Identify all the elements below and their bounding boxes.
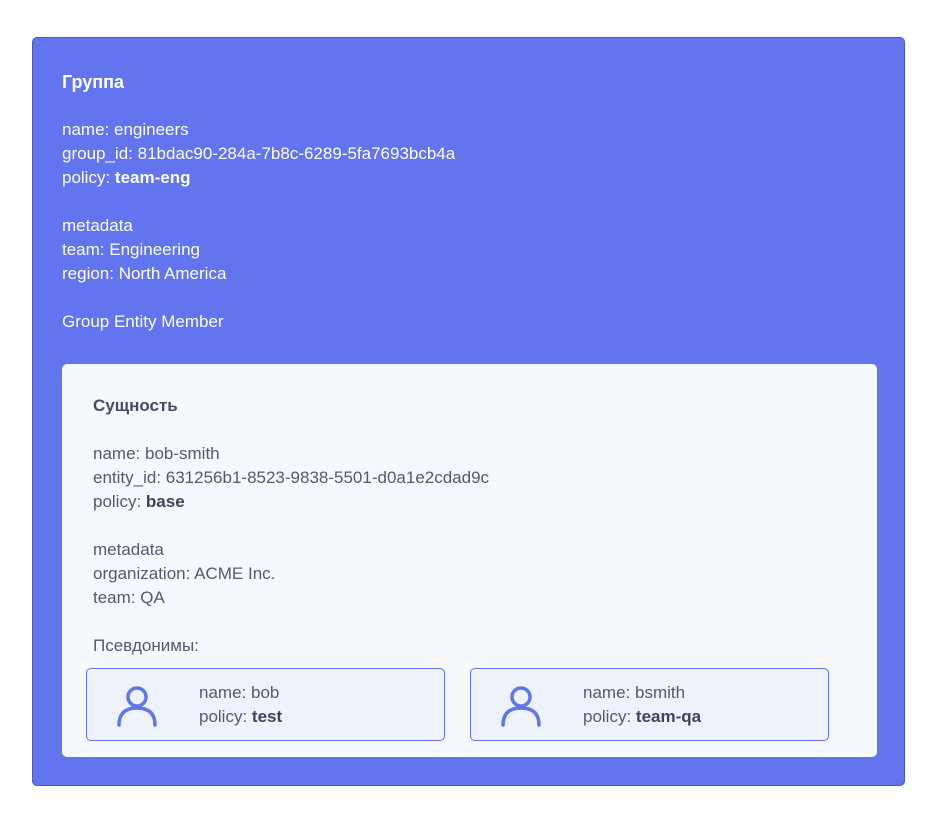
group-policy-line: policy: team-eng [62,166,191,190]
group-id-value: 81bdac90-284a-7b8c-6289-5fa7693bcb4a [137,144,456,163]
entity-metadata-organization: organization: ACME Inc. [93,562,275,586]
group-metadata-team-value: Engineering [109,240,200,259]
user-icon [117,686,157,727]
group-name-value: engineers [113,120,189,139]
group-metadata-region-label: region: [62,264,119,283]
entity-id-label: entity_id: [93,468,166,487]
entity-metadata-organization-label: organization: [93,564,195,583]
alias-card: name: bob policy: test [86,668,445,741]
entity-policy-label: policy: [93,492,146,511]
entity-id-value: 631256b1-8523-9838-5501-d0a1e2cdad9c [165,468,490,487]
alias-name-label: name: [583,683,635,702]
group-metadata-team: team: Engineering [62,238,200,262]
group-policy-value: team-eng [114,168,191,187]
alias-policy-line: policy: team-qa [583,705,701,729]
alias-policy-value: test [251,707,283,726]
alias-policy-line: policy: test [199,705,282,729]
group-name-label: name: [62,120,114,139]
user-icon [501,686,541,727]
alias-name-label: name: [199,683,251,702]
group-name-line: name: engineers [62,118,189,142]
entity-policy-line: policy: base [93,490,185,514]
entity-card: Сущность name: bob-smith entity_id: 6312… [62,364,877,757]
group-metadata-heading: metadata [62,216,133,235]
entity-metadata-team: team: QA [93,586,165,610]
entity-metadata-organization-value: ACME Inc. [194,564,276,583]
alias-name-value: bob [250,683,280,702]
aliases-heading: Псевдонимы: [93,636,199,655]
entity-name-value: bob-smith [144,444,220,463]
alias-card: name: bsmith policy: team-qa [470,668,829,741]
entity-name-line: name: bob-smith [93,442,220,466]
entity-title: Сущность [93,396,178,415]
entity-metadata-team-value: QA [140,588,165,607]
alias-name-line: name: bob [199,681,279,705]
entity-metadata-team-label: team: [93,588,141,607]
entity-metadata-heading: metadata [93,540,164,559]
group-policy-label: policy: [62,168,115,187]
alias-name-value: bsmith [634,683,686,702]
group-title: Группа [62,72,125,92]
alias-name-line: name: bsmith [583,681,685,705]
alias-policy-label: policy: [199,707,252,726]
group-card: Группа name: engineers group_id: 81bdac9… [32,37,905,786]
entity-id-line: entity_id: 631256b1-8523-9838-5501-d0a1e… [93,466,489,490]
group-metadata-region: region: North America [62,262,226,286]
group-members-heading: Group Entity Member [62,312,224,331]
group-metadata-team-label: team: [62,240,110,259]
entity-name-label: name: [93,444,145,463]
alias-policy-value: team-qa [635,707,702,726]
alias-policy-label: policy: [583,707,636,726]
group-id-line: group_id: 81bdac90-284a-7b8c-6289-5fa769… [62,142,455,166]
entity-policy-value: base [145,492,185,511]
group-id-label: group_id: [62,144,138,163]
group-metadata-region-value: North America [118,264,227,283]
